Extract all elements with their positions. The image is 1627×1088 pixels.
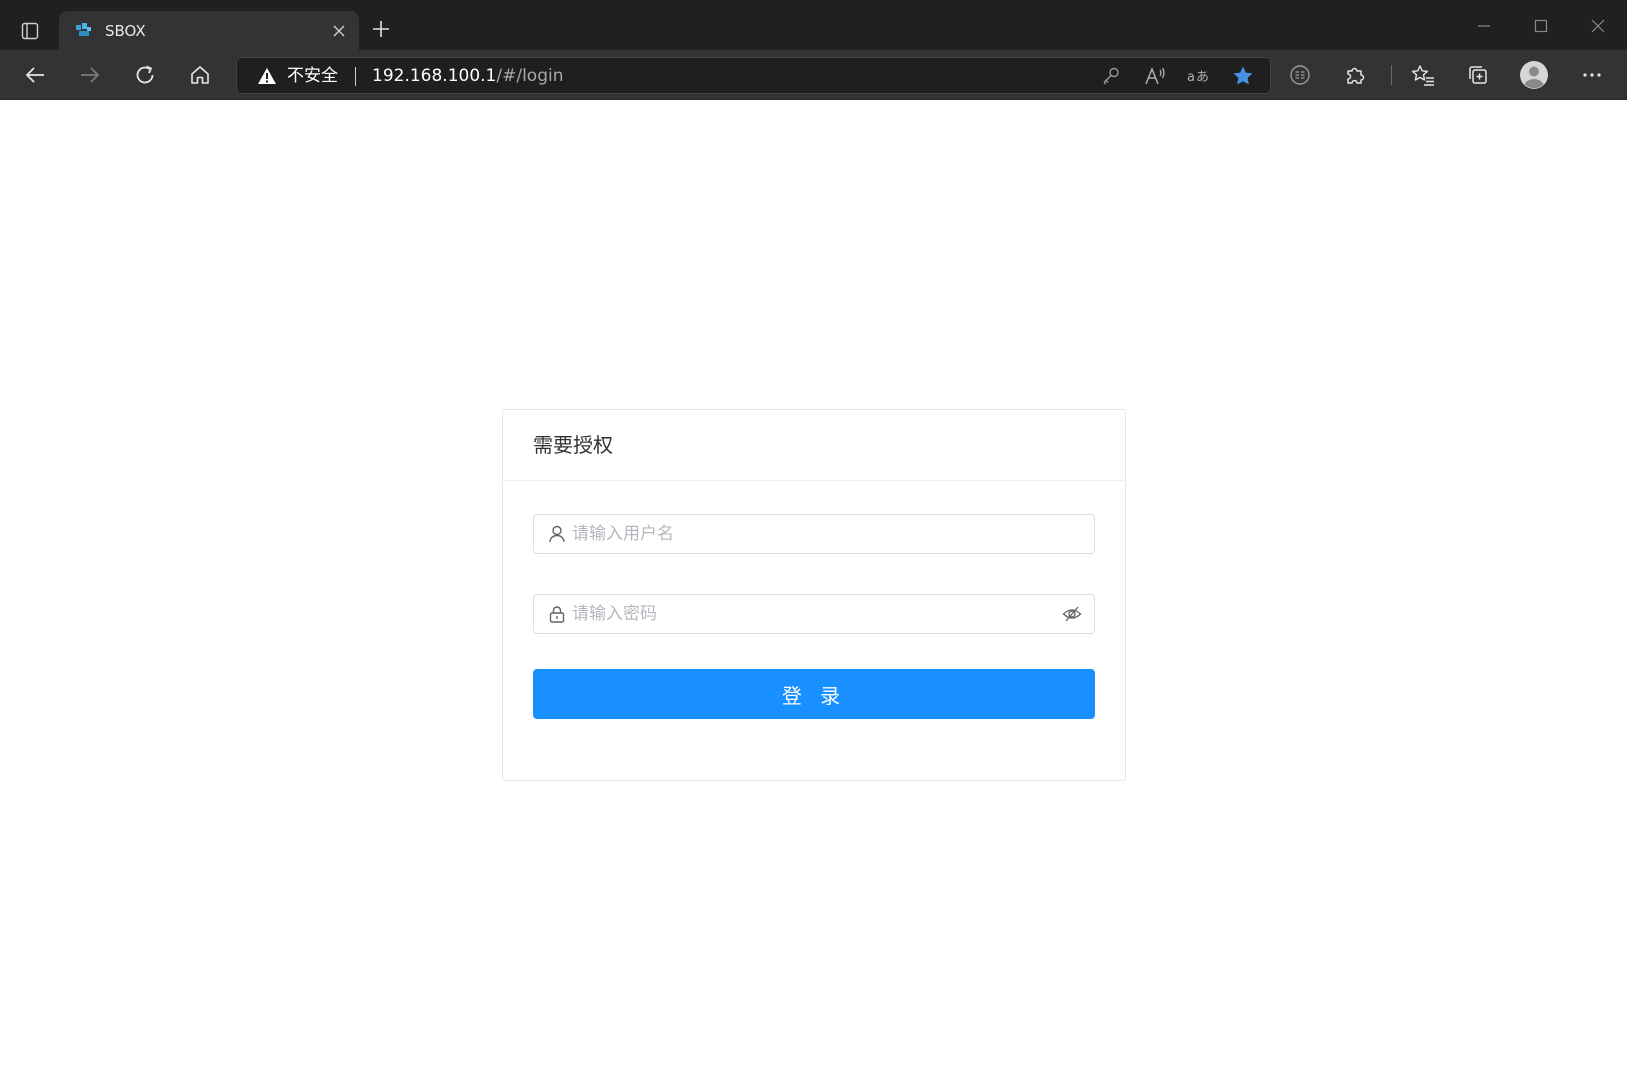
maximize-button[interactable] [1521,10,1561,42]
reading-view-icon [1290,65,1310,85]
forward-arrow-icon [81,67,100,83]
back-button[interactable] [18,59,52,91]
puzzle-icon [1347,67,1365,84]
browser-window: SBOX 不安全 192.168.100.1/#/login a あ 需要授权 … [0,0,1627,1088]
settings-more-button[interactable] [1575,59,1609,91]
login-card: 需要授权 登 录 [502,409,1126,781]
plus-icon [373,21,389,37]
security-label[interactable]: 不安全 [287,66,338,86]
close-window-icon [1591,19,1605,33]
warning-icon[interactable] [257,67,277,85]
url-path: /#/login [496,66,564,86]
username-field[interactable] [533,514,1095,554]
password-input[interactable] [572,596,1052,632]
url-host: 192.168.100.1 [372,66,497,86]
key-icon [1103,67,1119,85]
address-bar[interactable]: 不安全 192.168.100.1/#/login a あ [236,57,1271,94]
user-icon [549,525,565,543]
lock-icon [549,606,565,623]
minimize-icon [1478,25,1490,27]
password-key-button[interactable] [1097,63,1125,89]
home-button[interactable] [183,59,217,91]
svg-text:あ: あ [1196,70,1209,85]
password-field[interactable] [533,594,1095,634]
toolbar-divider [1391,65,1392,85]
more-dots-icon [1583,73,1601,77]
login-button[interactable]: 登 录 [533,669,1095,719]
read-aloud-icon [1145,66,1165,85]
tab-sbox[interactable]: SBOX [59,11,359,50]
reading-view-button[interactable] [1283,59,1317,91]
minimize-button[interactable] [1464,10,1504,42]
tab-close-button[interactable] [329,21,349,41]
eye-off-icon[interactable] [1062,605,1082,623]
read-aloud-button[interactable] [1141,63,1169,89]
close-window-button[interactable] [1578,10,1618,42]
reload-button[interactable] [128,59,162,91]
browser-toolbar: 不安全 192.168.100.1/#/login a あ [0,50,1627,100]
favorites-list-icon [1411,65,1434,86]
favorite-star-button[interactable] [1229,63,1257,89]
back-arrow-icon [25,67,44,83]
tab-strip: SBOX [0,0,1627,50]
tab-title: SBOX [105,22,146,40]
favorites-button[interactable] [1406,59,1440,91]
maximize-icon [1534,19,1548,33]
close-icon [333,25,345,37]
new-tab-button[interactable] [366,14,396,44]
login-card-header: 需要授权 [503,410,1125,481]
home-icon [191,66,209,84]
address-separator [355,67,356,86]
url-text[interactable]: 192.168.100.1/#/login [372,66,564,86]
forward-button[interactable] [73,59,107,91]
username-input[interactable] [572,516,1052,552]
tab-actions-icon [21,22,39,40]
avatar-icon [1520,61,1548,89]
translate-button[interactable]: a あ [1185,63,1213,89]
collections-button[interactable] [1461,59,1495,91]
extensions-button[interactable] [1338,59,1372,91]
tab-actions-button[interactable] [14,16,46,46]
site-favicon-icon [76,23,91,36]
translate-icon: a あ [1187,70,1209,85]
login-title: 需要授权 [533,433,613,457]
profile-button[interactable] [1517,59,1551,91]
star-filled-icon [1233,66,1253,85]
collections-icon [1469,66,1487,84]
svg-text:a: a [1187,70,1195,85]
reload-icon [136,65,154,84]
